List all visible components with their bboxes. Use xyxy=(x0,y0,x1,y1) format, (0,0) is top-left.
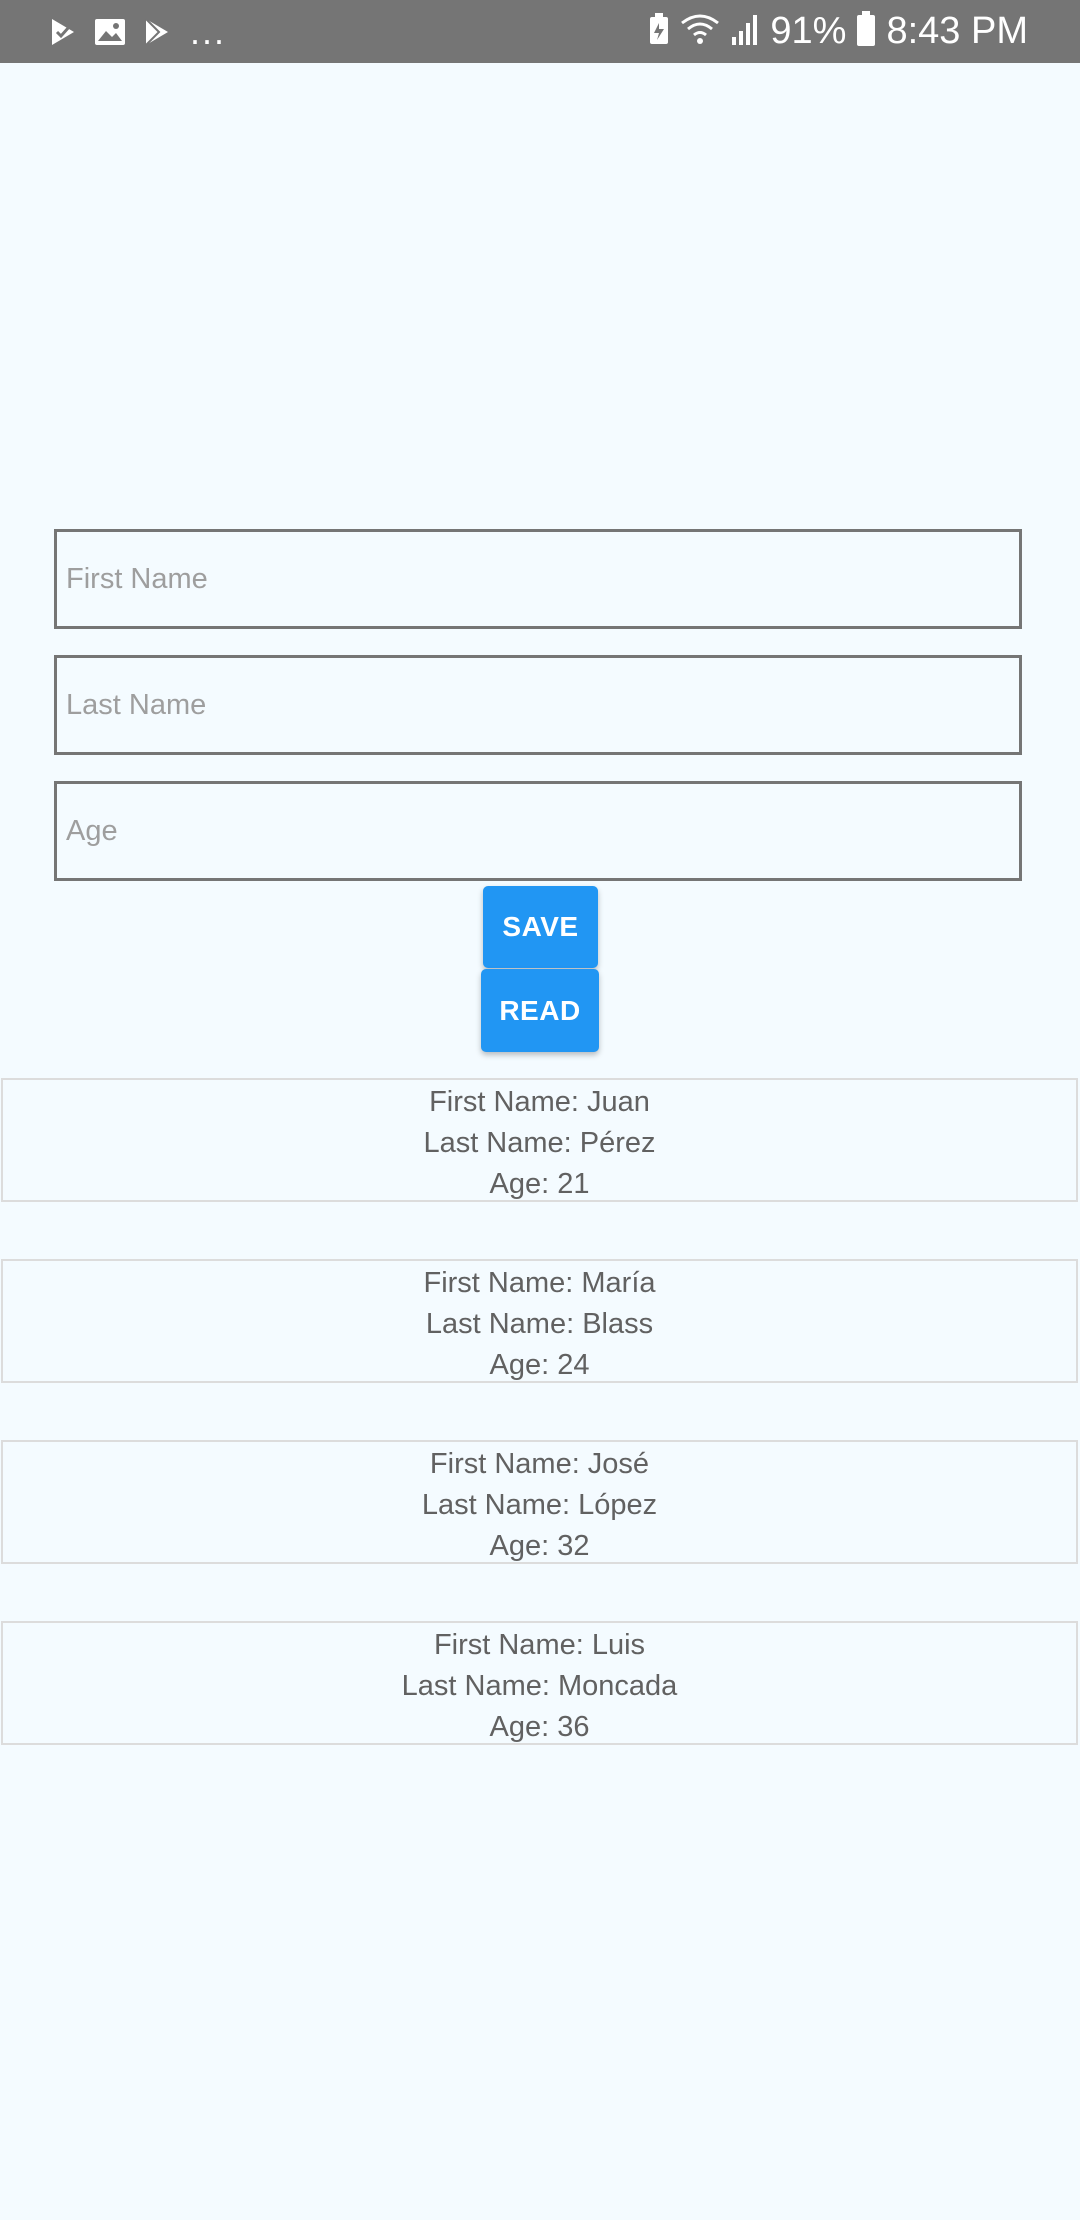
record-age: Age: 32 xyxy=(489,1530,590,1562)
record-first-name: First Name: Juan xyxy=(429,1086,650,1118)
save-button[interactable]: SAVE xyxy=(483,886,598,968)
record-last-name: Last Name: Moncada xyxy=(401,1670,678,1702)
system-status: 91% 8:43 PM xyxy=(648,0,1028,63)
record-last-name: Last Name: Blass xyxy=(425,1308,654,1340)
last-name-input[interactable] xyxy=(54,655,1022,755)
first-name-input[interactable] xyxy=(54,529,1022,629)
wifi-icon xyxy=(680,13,720,50)
record-card: First Name: María Last Name: Blass Age: … xyxy=(1,1259,1078,1383)
record-age: Age: 36 xyxy=(489,1711,590,1743)
play-store-check-icon xyxy=(48,17,78,47)
record-last-name: Last Name: Pérez xyxy=(423,1127,656,1159)
status-bar: ... 91% 8:43 PM xyxy=(0,0,1080,63)
record-age: Age: 24 xyxy=(489,1349,590,1381)
battery-saver-icon xyxy=(648,13,670,50)
record-first-name: First Name: María xyxy=(423,1267,656,1299)
age-input[interactable] xyxy=(54,781,1022,881)
image-icon xyxy=(94,17,126,47)
battery-percent: 91% xyxy=(770,10,847,52)
record-age: Age: 21 xyxy=(489,1168,590,1200)
notification-icons: ... xyxy=(48,0,226,63)
more-notifications: ... xyxy=(190,11,227,52)
record-card: First Name: Luis Last Name: Moncada Age:… xyxy=(1,1621,1078,1745)
clock: 8:43 PM xyxy=(886,10,1028,52)
record-last-name: Last Name: López xyxy=(421,1489,658,1521)
read-button[interactable]: READ xyxy=(481,969,599,1052)
play-store-icon xyxy=(142,17,172,47)
battery-icon xyxy=(856,11,876,52)
record-first-name: First Name: Luis xyxy=(433,1629,646,1661)
signal-icon xyxy=(730,13,760,50)
record-card: First Name: Juan Last Name: Pérez Age: 2… xyxy=(1,1078,1078,1202)
record-card: First Name: José Last Name: López Age: 3… xyxy=(1,1440,1078,1564)
record-first-name: First Name: José xyxy=(429,1448,650,1480)
